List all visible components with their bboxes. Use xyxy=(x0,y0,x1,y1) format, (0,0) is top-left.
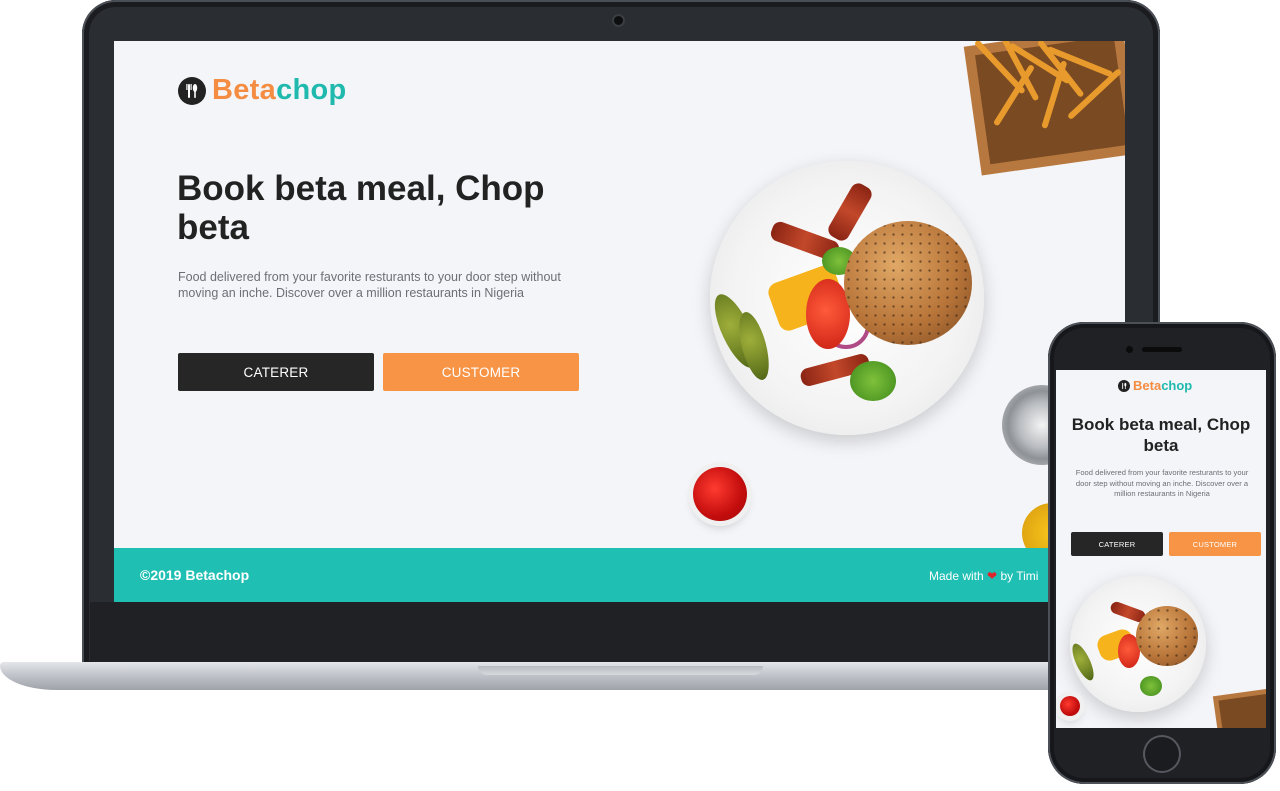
mobile-caterer-button[interactable]: CATERER xyxy=(1071,532,1163,556)
mobile-site: Betachop Book beta meal, Chop beta Food … xyxy=(1056,370,1266,728)
mobile-brand-logo[interactable]: Betachop xyxy=(1118,378,1192,393)
mobile-burger-plate-image xyxy=(1068,576,1206,712)
heart-icon: ❤ xyxy=(987,569,998,583)
laptop-notch xyxy=(478,666,763,675)
mobile-hero-description: Food delivered from your favorite restur… xyxy=(1075,468,1249,498)
ketchup-bowl-image xyxy=(693,467,747,521)
mobile-brand-part2: chop xyxy=(1161,378,1193,393)
mobile-fries-image xyxy=(1212,688,1266,728)
phone-speaker xyxy=(1142,347,1182,352)
site-footer: ©2019 Betachop Made with ❤ by Timi xyxy=(114,548,1125,602)
laptop-bezel xyxy=(90,602,1152,662)
phone-home-button[interactable] xyxy=(1145,737,1179,771)
hero-title: Book beta meal, Chop beta xyxy=(177,169,545,247)
phone-camera xyxy=(1126,346,1133,353)
burger-plate-image xyxy=(706,161,984,435)
fries-box-image xyxy=(963,41,1125,176)
footer-credit: Made with ❤ by Timi xyxy=(929,569,1038,583)
footer-made-prefix: Made with xyxy=(929,569,984,583)
mobile-ketchup-image xyxy=(1060,696,1080,716)
footer-made-suffix: by Timi xyxy=(1000,569,1039,583)
footer-copyright: ©2019 Betachop xyxy=(140,567,250,583)
brand-name-part1: Beta xyxy=(212,74,277,106)
mobile-brand-part1: Beta xyxy=(1133,378,1162,393)
customer-button[interactable]: CUSTOMER xyxy=(383,353,579,391)
caterer-button[interactable]: CATERER xyxy=(178,353,374,391)
device-mockup: Betachop Book beta meal, Chop beta Food … xyxy=(0,0,1280,791)
fork-knife-icon xyxy=(1118,379,1130,392)
fork-knife-icon xyxy=(178,76,206,105)
hero-description: Food delivered from your favorite restur… xyxy=(178,270,561,300)
mobile-customer-button[interactable]: CUSTOMER xyxy=(1169,532,1261,556)
brand-name-part2: chop xyxy=(276,74,347,106)
desktop-site: Betachop Book beta meal, Chop beta Food … xyxy=(114,41,1125,602)
mobile-hero-title: Book beta meal, Chop beta xyxy=(1071,415,1251,455)
laptop-camera xyxy=(614,16,623,25)
brand-logo[interactable]: Betachop xyxy=(178,74,347,107)
